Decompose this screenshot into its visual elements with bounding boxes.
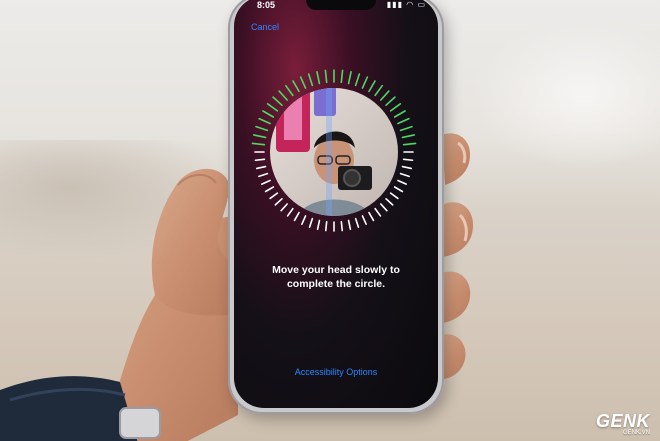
progress-tick (385, 96, 396, 106)
progress-tick (402, 158, 414, 162)
progress-tick (251, 142, 266, 146)
progress-tick (402, 142, 417, 146)
progress-tick (389, 103, 402, 112)
progress-tick (255, 165, 267, 170)
progress-tick (368, 211, 375, 222)
progress-tick (340, 220, 344, 232)
genk-logo: GENK (595, 411, 650, 431)
progress-tick (292, 80, 300, 93)
progress-tick (347, 70, 352, 85)
progress-tick (285, 84, 294, 97)
progress-tick (261, 179, 271, 185)
progress-tick (316, 70, 321, 85)
progress-tick (361, 215, 367, 225)
progress-tick (374, 207, 382, 217)
progress-tick (269, 192, 279, 200)
progress-tick (374, 84, 383, 97)
progress-tick (286, 207, 294, 217)
progress-tick (278, 90, 288, 101)
progress-tick (340, 69, 344, 84)
progress-tick (393, 186, 404, 193)
instruction-text: Move your head slowly to complete the ci… (234, 263, 438, 291)
progress-tick (385, 198, 394, 206)
progress-tick (389, 192, 399, 200)
accessibility-options-link[interactable]: Accessibility Options (234, 367, 438, 377)
progress-tick (301, 215, 307, 225)
progress-tick (399, 125, 413, 132)
progress-tick (380, 203, 388, 212)
progress-tick (264, 186, 275, 193)
watermark: GENK GENK.VN (596, 411, 650, 436)
progress-tick (397, 179, 407, 185)
progress-tick (324, 220, 328, 232)
battery-icon: ▭ (417, 0, 426, 9)
status-icons: ▮▮▮ ◠ ▭ (387, 0, 426, 9)
progress-tick (308, 217, 314, 228)
camera-preview (270, 88, 398, 216)
instruction-line-2: complete the circle. (286, 278, 386, 290)
progress-tick (258, 117, 271, 125)
progress-tick (393, 110, 406, 118)
progress-tick (399, 172, 410, 178)
progress-tick (316, 219, 321, 231)
watch-strap (0, 376, 161, 441)
progress-tick (255, 125, 269, 132)
progress-tick (272, 96, 283, 106)
background-light (470, 20, 660, 170)
progress-tick (280, 203, 288, 212)
progress-tick (293, 211, 300, 222)
progress-tick (258, 172, 269, 178)
progress-tick (368, 80, 376, 93)
progress-tick (347, 219, 352, 231)
cellular-signal-icon: ▮▮▮ (386, 0, 403, 9)
progress-tick (397, 117, 410, 125)
cancel-button[interactable]: Cancel (251, 22, 279, 32)
progress-tick (307, 73, 314, 87)
progress-tick (380, 90, 390, 101)
progress-tick (354, 217, 360, 228)
instruction-line-1: Move your head slowly to (272, 264, 400, 276)
status-time: 8:05 (257, 0, 276, 10)
progress-tick (299, 76, 307, 89)
progress-tick (324, 69, 328, 84)
progress-tick (254, 158, 266, 162)
photo-scene: 8:05 ▮▮▮ ◠ ▭ Cancel Move your head slowl… (0, 0, 660, 441)
progress-tick (401, 165, 413, 170)
wifi-icon: ◠ (406, 0, 415, 9)
progress-tick (252, 134, 267, 139)
progress-tick (354, 73, 361, 87)
progress-tick (274, 198, 283, 206)
progress-tick (401, 134, 416, 139)
notch (306, 0, 376, 10)
progress-tick (266, 103, 279, 112)
iphone-screen: 8:05 ▮▮▮ ◠ ▭ Cancel Move your head slowl… (234, 0, 438, 408)
progress-tick (262, 110, 275, 118)
face-id-scan-ring (251, 69, 417, 232)
progress-tick (361, 76, 369, 89)
